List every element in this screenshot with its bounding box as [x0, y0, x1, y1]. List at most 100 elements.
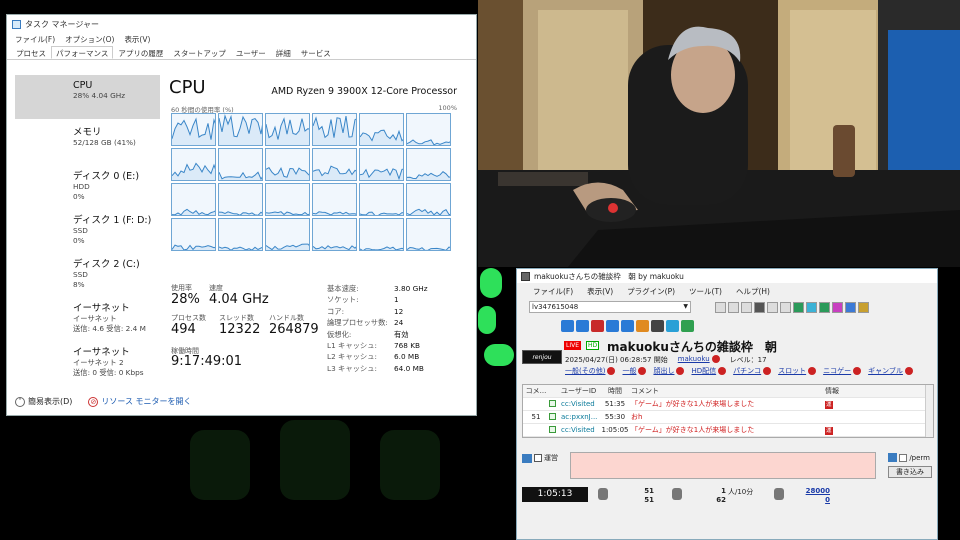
menu-file[interactable]: ファイル(F)	[15, 34, 55, 45]
viewer-menu-view[interactable]: 表示(V)	[587, 286, 613, 297]
comment-scrollbar[interactable]	[925, 385, 933, 437]
tag-link[interactable]: HD配信	[691, 366, 727, 376]
toolbar-button[interactable]	[741, 301, 752, 313]
toolbar-button[interactable]	[767, 301, 778, 313]
live-id-input[interactable]: lv347615048 ▼	[529, 301, 691, 313]
viewer-menu-file[interactable]: ファイル(F)	[533, 286, 573, 297]
panel-icon[interactable]	[606, 320, 619, 332]
cpu-specs: 基本速度: 3.80 GHz ソケット: 1 コア: 12 論理プロセッサ数: 24 仮想化: 有…	[327, 283, 467, 374]
toolbar-button[interactable]	[832, 301, 843, 313]
viewer-menu-plugin[interactable]: プラグイン(P)	[627, 286, 675, 297]
sidebar-item-title: ディスク 2 (C:)	[73, 259, 140, 270]
sidebar-item-cpu[interactable]: CPU 28% 4.04 GHz	[15, 75, 160, 119]
toolbar-button[interactable]	[858, 301, 869, 313]
points-a[interactable]: 28000	[798, 487, 830, 496]
owner-link[interactable]: makuoku	[678, 355, 710, 363]
toolbar-button[interactable]	[819, 301, 830, 313]
panel-icon[interactable]	[591, 320, 604, 332]
toolbar-button[interactable]	[793, 301, 804, 313]
toolbar-button[interactable]	[715, 301, 726, 313]
sidebar-item-detail: 0%	[73, 191, 85, 201]
perm-toggle[interactable]: /perm	[888, 453, 930, 462]
tab-app-history[interactable]: アプリの履歴	[113, 46, 168, 59]
perm-checkbox[interactable]	[899, 453, 908, 462]
sidebar-item-title: ディスク 0 (E:)	[73, 171, 140, 182]
core-graph	[406, 218, 451, 251]
panel-icon[interactable]	[681, 320, 694, 332]
sidebar-item-memory[interactable]: メモリ 52/128 GB (41%)	[15, 119, 160, 163]
resource-monitor-icon: ⊘	[88, 397, 99, 407]
comment-row[interactable]: 51 ac:pxxnJ... 55:30 おh	[523, 411, 933, 424]
comment-input[interactable]	[570, 452, 876, 479]
sidebar-item-disk0[interactable]: ディスク 0 (E:) HDD 0%	[15, 163, 160, 207]
panel-icon[interactable]	[636, 320, 649, 332]
toolbar-button[interactable]	[806, 301, 817, 313]
sidebar-item-ethernet[interactable]: イーサネット イーサネット 送信: 4.6 受信: 2.4 M	[15, 295, 160, 339]
tab-details[interactable]: 詳細	[271, 46, 296, 59]
tag-link-label: ギャンブル	[868, 367, 903, 375]
toolbar-button[interactable]	[780, 301, 791, 313]
core-graph	[265, 183, 310, 216]
comment-row[interactable]: cc:Visited 1:05:05 「ゲーム」が好きな1人が来場しました 運	[523, 424, 933, 437]
tag-link[interactable]: 一般(その他)	[565, 366, 616, 376]
simple-view-button[interactable]: ˆ 簡易表示(D)	[15, 396, 72, 407]
tag-link[interactable]: ギャンブル	[868, 366, 913, 376]
panel-icon[interactable]	[666, 320, 679, 332]
panel-icon[interactable]	[561, 320, 574, 332]
menu-view[interactable]: 表示(V)	[124, 34, 150, 45]
panel-icon[interactable]	[576, 320, 589, 332]
tag-link[interactable]: スロット	[778, 366, 817, 376]
col-header-no[interactable]: コメ...	[523, 386, 549, 396]
comment-user-id[interactable]: ac:pxxnJ...	[561, 413, 599, 421]
resource-monitor-link[interactable]: ⊘ リソース モニターを開く	[88, 396, 192, 407]
menu-options[interactable]: オプション(O)	[65, 34, 114, 45]
sidebar-item-disk1[interactable]: ディスク 1 (F: D:) SSD 0%	[15, 207, 160, 251]
tab-performance[interactable]: パフォーマンス	[51, 46, 114, 59]
core-graph	[171, 148, 216, 181]
tab-services[interactable]: サービス	[296, 46, 336, 59]
unei-label: 運営	[544, 454, 558, 462]
viewer-titlebar[interactable]: makuokuさんちの雑談枠 朝 by makuoku	[517, 269, 937, 283]
unei-checkbox[interactable]	[534, 454, 542, 462]
points-b[interactable]: 0	[798, 496, 830, 505]
settings-icon[interactable]	[888, 453, 898, 462]
tab-processes[interactable]: プロセス	[11, 46, 51, 59]
col-header-comment[interactable]: コメント	[631, 386, 821, 396]
sidebar-item-disk2[interactable]: ディスク 2 (C:) SSD 8%	[15, 251, 160, 295]
comment-time: 51:35	[604, 400, 626, 408]
col-header-uid[interactable]: ユーザーID	[561, 386, 599, 396]
col-header-time[interactable]: 時間	[599, 386, 631, 396]
spec-row: 仮想化: 有効	[327, 329, 467, 340]
unei-toggle[interactable]: 運営	[522, 453, 558, 463]
comment-user-id[interactable]: cc:Visited	[561, 426, 599, 434]
panel-icon[interactable]	[651, 320, 664, 332]
comment-row[interactable]: cc:Visited 51:35 「ゲーム」が好きな1人が来場しました 運	[523, 398, 933, 411]
tag-r-icon	[638, 367, 647, 375]
viewer-menu-help[interactable]: ヘルプ(H)	[736, 286, 770, 297]
tag-link[interactable]: パチンコ	[733, 366, 772, 376]
toolbar-button[interactable]	[728, 301, 739, 313]
sidebar-item-title: イーサネット	[73, 347, 130, 358]
core-graph	[359, 218, 404, 251]
tag-link[interactable]: 顔出し	[653, 366, 685, 376]
tag-link[interactable]: 一般	[622, 366, 647, 376]
sidebar-item-ethernet2[interactable]: イーサネット イーサネット 2 送信: 0 受信: 0 Kbps	[15, 339, 160, 383]
spec-value: 768 KB	[394, 341, 421, 351]
comment-user-id[interactable]: cc:Visited	[561, 400, 599, 408]
viewer-menu-tools[interactable]: ツール(T)	[689, 286, 722, 297]
toolbar-button[interactable]	[845, 301, 856, 313]
sidebar-item-detail: SSD	[73, 226, 88, 235]
tab-users[interactable]: ユーザー	[231, 46, 271, 59]
tab-startup[interactable]: スタートアップ	[168, 46, 231, 59]
viewer-toolbar: lv347615048 ▼	[517, 299, 937, 315]
submit-button[interactable]: 書き込み	[888, 466, 932, 478]
panel-icon[interactable]	[621, 320, 634, 332]
core-graph	[218, 218, 263, 251]
spec-key: ソケット:	[327, 295, 359, 305]
toolbar-button[interactable]	[754, 301, 765, 313]
tag-r-icon	[607, 367, 616, 375]
task-manager-icon	[12, 19, 21, 29]
col-header-info[interactable]: 情報	[821, 386, 881, 396]
tag-link[interactable]: ニコゲー	[823, 366, 862, 376]
task-manager-titlebar[interactable]: タスク マネージャー	[7, 15, 476, 33]
